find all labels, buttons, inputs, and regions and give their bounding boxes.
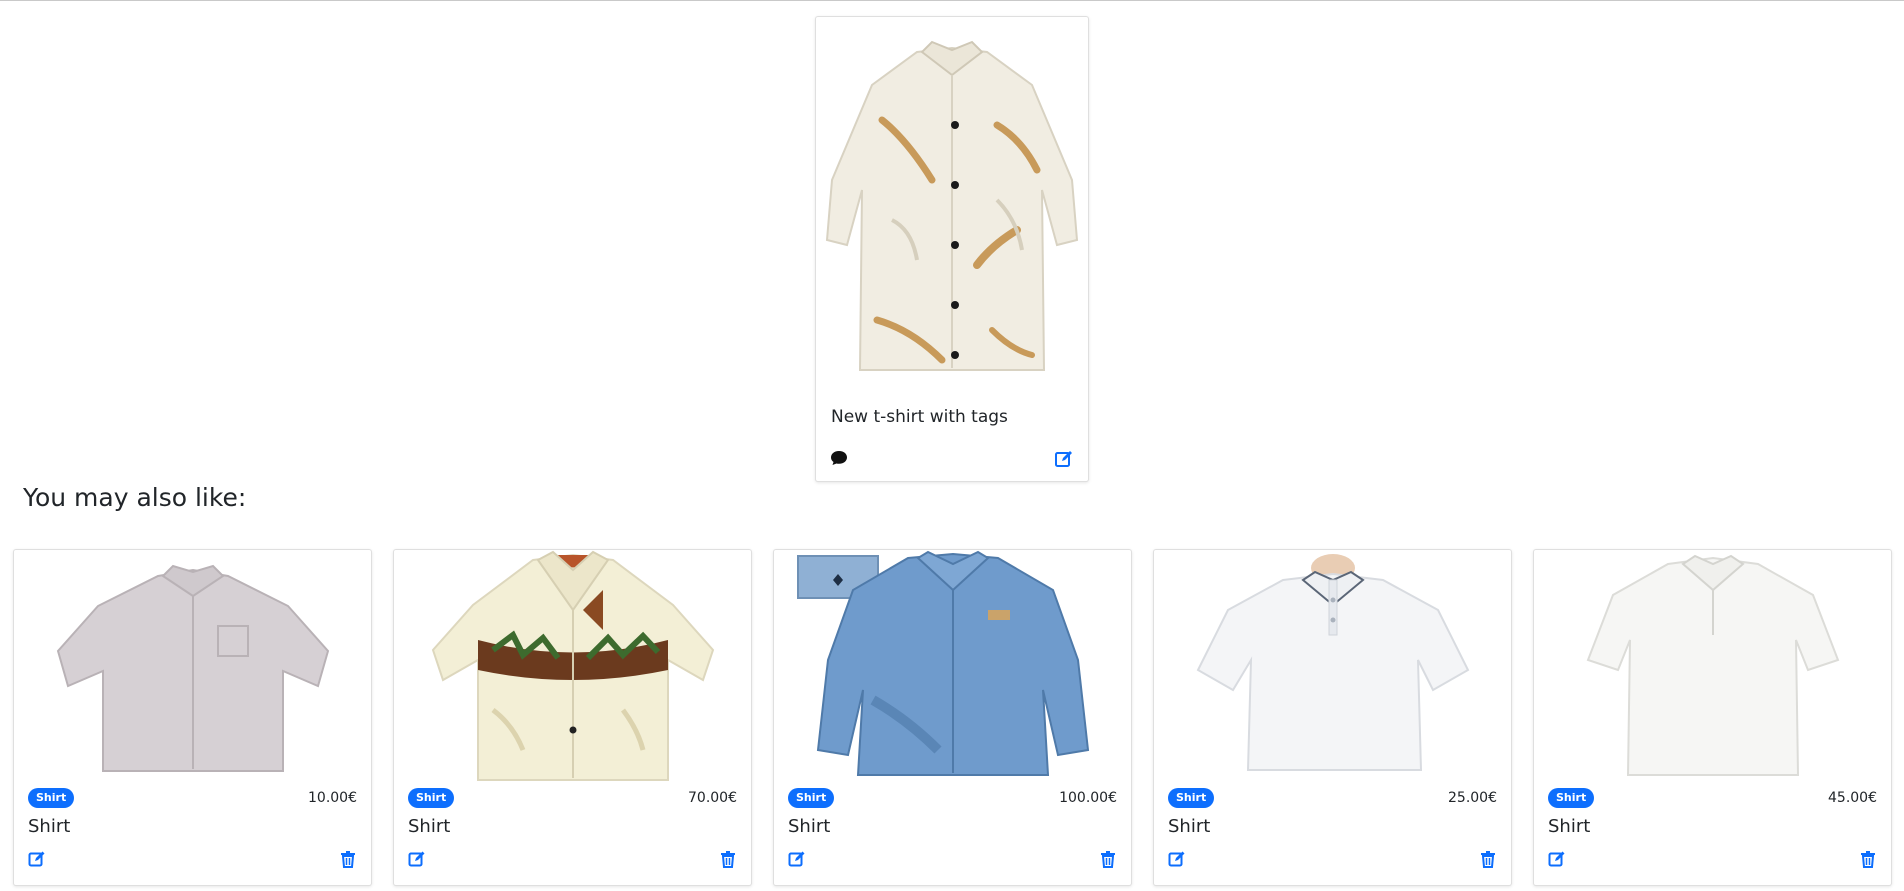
main-product-card[interactable]: New t-shirt with tags bbox=[815, 16, 1089, 482]
category-badge: Shirt bbox=[28, 788, 75, 808]
trash-icon[interactable] bbox=[719, 850, 737, 868]
main-product-title: New t-shirt with tags bbox=[831, 407, 1008, 427]
product-card[interactable]: Shirt 45.00€ Shirt bbox=[1533, 549, 1892, 886]
product-price: 70.00€ bbox=[688, 790, 737, 806]
product-price: 10.00€ bbox=[308, 790, 357, 806]
trash-icon[interactable] bbox=[1859, 850, 1877, 868]
product-price: 45.00€ bbox=[1828, 790, 1877, 806]
edit-icon[interactable] bbox=[408, 850, 426, 868]
edit-icon[interactable] bbox=[788, 850, 806, 868]
product-card[interactable]: Shirt 70.00€ Shirt bbox=[393, 549, 752, 886]
product-card[interactable]: Shirt 25.00€ Shirt bbox=[1153, 549, 1512, 886]
category-badge: Shirt bbox=[1548, 788, 1595, 808]
recommendations-heading: You may also like: bbox=[23, 483, 247, 512]
product-image[interactable] bbox=[14, 550, 371, 782]
product-title: Shirt bbox=[28, 816, 71, 837]
product-title: Shirt bbox=[408, 816, 451, 837]
edit-icon[interactable] bbox=[1054, 449, 1074, 469]
product-image[interactable] bbox=[774, 550, 1131, 782]
product-price: 25.00€ bbox=[1448, 790, 1497, 806]
edit-icon[interactable] bbox=[1168, 850, 1186, 868]
main-product-image[interactable] bbox=[816, 25, 1088, 395]
product-card[interactable]: Shirt 100.00€ Shirt bbox=[773, 549, 1132, 886]
category-badge: Shirt bbox=[788, 788, 835, 808]
trash-icon[interactable] bbox=[1099, 850, 1117, 868]
trash-icon[interactable] bbox=[1479, 850, 1497, 868]
edit-icon[interactable] bbox=[1548, 850, 1566, 868]
product-title: Shirt bbox=[1548, 816, 1591, 837]
comment-icon[interactable] bbox=[830, 449, 848, 467]
product-title: Shirt bbox=[788, 816, 831, 837]
category-badge: Shirt bbox=[408, 788, 455, 808]
product-price: 100.00€ bbox=[1059, 790, 1117, 806]
product-image[interactable] bbox=[394, 550, 751, 782]
trash-icon[interactable] bbox=[339, 850, 357, 868]
product-card[interactable]: Shirt 10.00€ Shirt bbox=[13, 549, 372, 886]
top-divider bbox=[0, 0, 1904, 1]
product-image[interactable] bbox=[1534, 550, 1891, 782]
product-title: Shirt bbox=[1168, 816, 1211, 837]
product-image[interactable] bbox=[1154, 550, 1511, 782]
category-badge: Shirt bbox=[1168, 788, 1215, 808]
edit-icon[interactable] bbox=[28, 850, 46, 868]
